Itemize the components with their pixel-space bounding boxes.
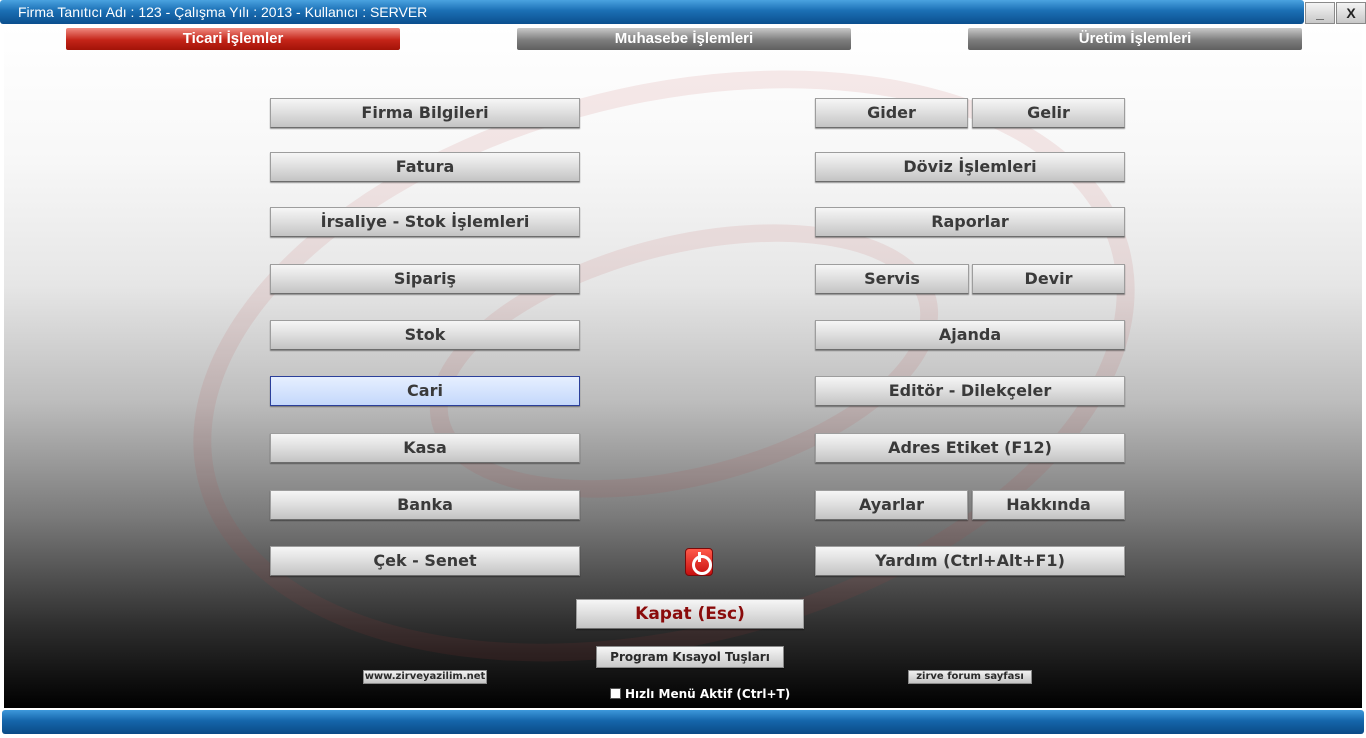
- kapat-button[interactable]: Kapat (Esc): [576, 599, 804, 629]
- yardim-button[interactable]: Yardım (Ctrl+Alt+F1): [815, 546, 1125, 576]
- servis-button[interactable]: Servis: [815, 264, 969, 294]
- banka-button[interactable]: Banka: [270, 490, 580, 520]
- ayarlar-button[interactable]: Ayarlar: [815, 490, 968, 520]
- hakkinda-button[interactable]: Hakkında: [972, 490, 1125, 520]
- doviz-islemleri-button[interactable]: Döviz İşlemleri: [815, 152, 1125, 182]
- cek-senet-button[interactable]: Çek - Senet: [270, 546, 580, 576]
- siparis-button[interactable]: Sipariş: [270, 264, 580, 294]
- gelir-button[interactable]: Gelir: [972, 98, 1125, 128]
- irsaliye-stok-button[interactable]: İrsaliye - Stok İşlemleri: [270, 207, 580, 237]
- adres-etiket-button[interactable]: Adres Etiket (F12): [815, 433, 1125, 463]
- tab-uretim-islemleri[interactable]: Üretim İşlemleri: [968, 28, 1302, 50]
- minimize-button[interactable]: _: [1305, 2, 1335, 24]
- window-title: Firma Tanıtıcı Adı : 123 - Çalışma Yılı …: [18, 4, 428, 20]
- kasa-button[interactable]: Kasa: [270, 433, 580, 463]
- hizli-menu-checkbox-row[interactable]: Hızlı Menü Aktif (Ctrl+T): [610, 686, 790, 702]
- hizli-menu-checkbox[interactable]: [610, 688, 621, 699]
- title-bar: Firma Tanıtıcı Adı : 123 - Çalışma Yılı …: [0, 0, 1304, 24]
- hizli-menu-label: Hızlı Menü Aktif (Ctrl+T): [625, 687, 791, 701]
- power-icon[interactable]: [685, 548, 713, 576]
- stok-button[interactable]: Stok: [270, 320, 580, 350]
- devir-button[interactable]: Devir: [972, 264, 1125, 294]
- tab-muhasebe-islemleri[interactable]: Muhasebe İşlemleri: [517, 28, 851, 50]
- close-button[interactable]: X: [1336, 2, 1366, 24]
- status-bar: [2, 710, 1364, 734]
- fatura-button[interactable]: Fatura: [270, 152, 580, 182]
- firma-bilgileri-button[interactable]: Firma Bilgileri: [270, 98, 580, 128]
- forum-link-button[interactable]: zirve forum sayfası: [908, 670, 1032, 684]
- cari-button[interactable]: Cari: [270, 376, 580, 406]
- ajanda-button[interactable]: Ajanda: [815, 320, 1125, 350]
- program-kisayol-tuslari-button[interactable]: Program Kısayol Tuşları: [596, 646, 784, 668]
- editor-dilekceler-button[interactable]: Editör - Dilekçeler: [815, 376, 1125, 406]
- main-menu-area: Ticari İşlemler Muhasebe İşlemleri Üreti…: [4, 26, 1362, 708]
- tab-ticari-islemler[interactable]: Ticari İşlemler: [66, 28, 400, 50]
- gider-button[interactable]: Gider: [815, 98, 968, 128]
- raporlar-button[interactable]: Raporlar: [815, 207, 1125, 237]
- website-link-button[interactable]: www.zirveyazilim.net: [363, 670, 487, 684]
